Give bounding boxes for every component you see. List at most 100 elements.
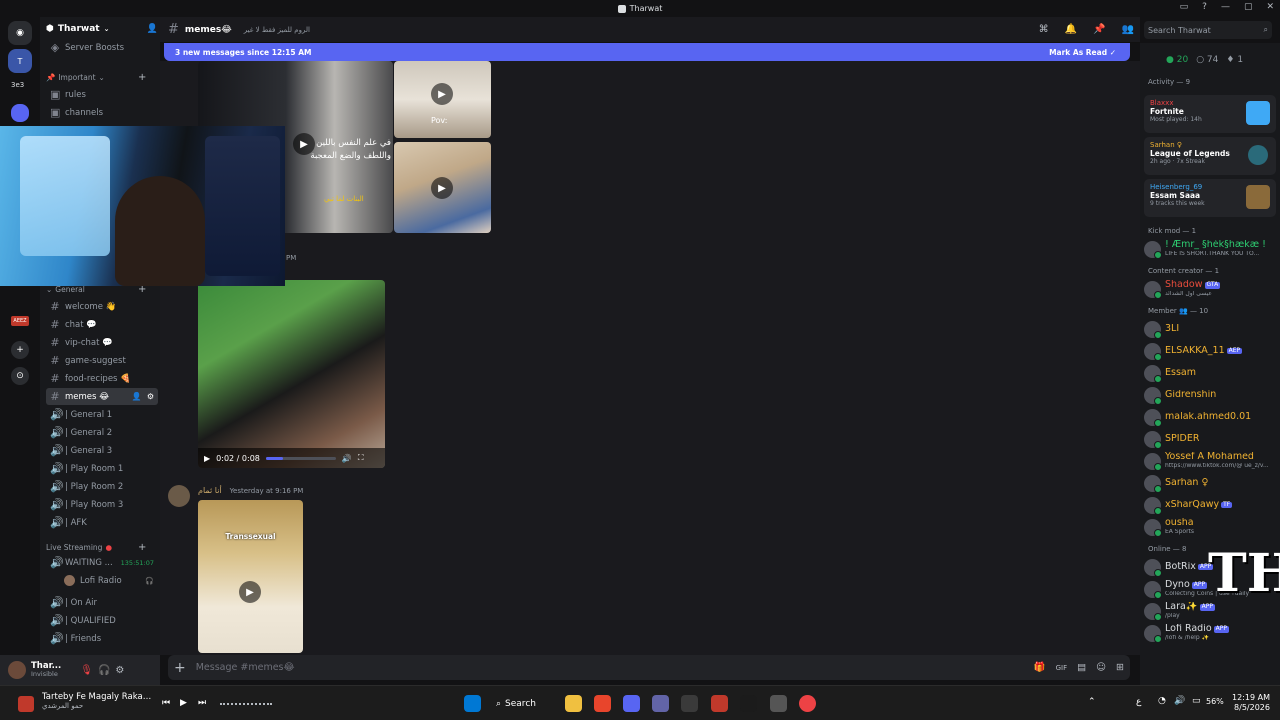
member-item[interactable]: SPIDER	[1144, 429, 1276, 449]
app-icon[interactable]	[711, 695, 728, 712]
voice-on-air[interactable]: 🔊 | On Air	[46, 594, 158, 611]
server-icon-aeez[interactable]: AEEZ	[11, 316, 29, 326]
bell-icon[interactable]: 🔔	[1065, 24, 1077, 35]
sticker-icon[interactable]: ▤	[1077, 662, 1086, 673]
member-item[interactable]: Shadow GTA عيسى اول الشدائد	[1144, 279, 1276, 299]
activity-card[interactable]: Sarhan ♀ League of Legends 2h ago · 7x S…	[1144, 137, 1276, 175]
avatar[interactable]	[168, 485, 190, 507]
gear-icon[interactable]: ⚙	[147, 392, 154, 401]
channel-vip-chat[interactable]: # vip-chat 💬	[46, 334, 158, 351]
member-item[interactable]: Gidrenshin	[1144, 385, 1276, 405]
category-important[interactable]: 📌 Important ⌄ +	[46, 72, 146, 83]
music-app-icon[interactable]	[18, 696, 34, 712]
mark-as-read-button[interactable]: Mark As Read ✓	[1049, 48, 1116, 57]
member-item[interactable]: Lofi Radio APP/lofi & /help ✨	[1144, 623, 1276, 643]
add-channel-icon[interactable]: +	[138, 542, 146, 553]
invite-icon[interactable]: 👤	[132, 392, 142, 401]
add-server-button[interactable]: +	[11, 341, 29, 359]
discord-taskbar-icon[interactable]	[623, 695, 640, 712]
member-item[interactable]: Sarhan ♀	[1144, 473, 1276, 493]
category-general[interactable]: ⌄ General +	[46, 284, 146, 295]
server-boosts[interactable]: ◈ Server Boosts	[46, 39, 158, 56]
play-icon[interactable]: ▶	[180, 698, 187, 708]
next-icon[interactable]: ⏭	[198, 698, 206, 708]
message-author[interactable]: أنا ثمام	[198, 486, 222, 495]
member-item[interactable]: Essam	[1144, 363, 1276, 383]
file-explorer-icon[interactable]	[565, 695, 582, 712]
activity-card[interactable]: Heisenberg_69 Essam Saaa 9 tracks this w…	[1144, 179, 1276, 217]
voice-user-lofi-radio[interactable]: Lofi Radio 🎧	[60, 572, 158, 589]
activity-card[interactable]: Blaxxx Fortnite Most played: 14h	[1144, 95, 1276, 133]
play-icon[interactable]: ▶	[204, 454, 210, 463]
gift-icon[interactable]: 🎁	[1034, 662, 1046, 673]
plus-icon[interactable]: +	[174, 660, 186, 676]
channel-chat[interactable]: # chat 💬	[46, 316, 158, 333]
server-label-3e3[interactable]: 3e3	[11, 81, 24, 89]
music-progress[interactable]	[220, 703, 272, 705]
voice-waiting[interactable]: 🔊 WAITING ... 135:51:07	[46, 554, 158, 571]
member-item[interactable]: xSharQawy TF	[1144, 495, 1276, 515]
gif-icon[interactable]: GIF	[1056, 664, 1068, 672]
gear-icon[interactable]: ⚙	[115, 665, 124, 676]
previous-icon[interactable]: ⏮	[162, 698, 170, 708]
windows-start-icon[interactable]	[464, 695, 481, 712]
voice-friends[interactable]: 🔊 | Friends	[46, 630, 158, 647]
apps-icon[interactable]: ⊞	[1116, 662, 1124, 673]
language-indicator[interactable]: ع	[1136, 697, 1141, 707]
close-button[interactable]: ✕	[1266, 2, 1274, 12]
voice-general-1[interactable]: 🔊 | General 1	[46, 406, 158, 423]
obs-icon[interactable]	[770, 695, 787, 712]
volume-icon[interactable]: 🔊	[342, 454, 352, 463]
video-player[interactable]: ▶ 0:02 / 0:08 🔊 ⛶	[198, 280, 385, 468]
channel-memes[interactable]: # memes 😂 👤 ⚙	[46, 388, 158, 405]
media-attachment[interactable]: ▶ Pov:	[394, 61, 491, 138]
store-icon[interactable]	[681, 695, 698, 712]
member-item[interactable]: ELSAKKA_11 AEP	[1144, 341, 1276, 361]
avatar[interactable]	[8, 661, 26, 679]
search-input[interactable]: Search Tharwat ⌕	[1144, 21, 1272, 39]
voice-play-room-3[interactable]: 🔊 | Play Room 3	[46, 496, 158, 513]
volume-icon[interactable]: 🔊	[1174, 696, 1185, 706]
clock[interactable]: 12:19 AM 8/5/2026	[1232, 693, 1270, 714]
new-messages-banner[interactable]: 3 new messages since 12:15 AM Mark As Re…	[164, 43, 1130, 61]
media-attachment[interactable]: Transsexual ▶	[198, 500, 303, 653]
battery-icon[interactable]: ▭	[1192, 696, 1201, 706]
play-icon[interactable]: ▶	[431, 83, 453, 105]
play-icon[interactable]: ▶	[239, 581, 261, 603]
inbox-icon[interactable]: ▭	[1180, 2, 1189, 12]
add-channel-icon[interactable]: +	[138, 72, 146, 83]
media-attachment[interactable]: ▶	[394, 142, 491, 233]
channel-game-suggest[interactable]: # game-suggest	[46, 352, 158, 369]
member-item[interactable]: ousha EA Sports	[1144, 517, 1276, 537]
channel-topic[interactable]: الروم للميز فقط لا غير	[244, 26, 310, 34]
channel-rules[interactable]: ▣ rules	[46, 86, 158, 103]
voice-afk[interactable]: 🔊 | AFK	[46, 514, 158, 531]
brave-icon[interactable]	[594, 695, 611, 712]
message-composer[interactable]: + Message #memes😂 🎁 GIF ▤ ☺ ⊞	[168, 655, 1130, 680]
maximize-button[interactable]: ▢	[1244, 2, 1253, 12]
emoji-icon[interactable]: ☺	[1096, 662, 1106, 673]
channel-channels[interactable]: ▣ channels	[46, 104, 158, 121]
category-live-streaming[interactable]: Live Streaming ● +	[46, 542, 146, 553]
member-item[interactable]: 3LI	[1144, 319, 1276, 339]
member-item[interactable]: Yossef A Mohamed https://www.tiktok.com/@…	[1144, 451, 1276, 471]
wifi-icon[interactable]: ◔	[1158, 696, 1166, 706]
voice-qualified[interactable]: 🔊 | QUALIFIED	[46, 612, 158, 629]
help-icon[interactable]: ?	[1202, 2, 1207, 12]
server-icon[interactable]	[11, 104, 29, 122]
voice-general-3[interactable]: 🔊 | General 3	[46, 442, 158, 459]
channel-food-recipes[interactable]: # food-recipes 🍕	[46, 370, 158, 387]
server-header[interactable]: ⬢ Tharwat ⌄ 👤	[46, 21, 158, 37]
chevron-up-icon[interactable]: ⌃	[1088, 697, 1096, 707]
add-friend-icon[interactable]: 👤	[147, 24, 158, 34]
teams-icon[interactable]	[652, 695, 669, 712]
member-item[interactable]: ! Æmr_ §hèk§hækæ ! LIFE IS SHORT.THANK YO…	[1144, 239, 1276, 259]
fullscreen-icon[interactable]: ⛶	[358, 453, 364, 463]
now-playing[interactable]: Tarteby Fe Magaly Rakam... حمو المرشدي	[42, 692, 152, 710]
threads-icon[interactable]: ⌘	[1039, 24, 1049, 35]
channel-welcome[interactable]: # welcome 👋	[46, 298, 158, 315]
voice-general-2[interactable]: 🔊 | General 2	[46, 424, 158, 441]
members-icon[interactable]: 👥	[1122, 24, 1134, 35]
voice-play-room-2[interactable]: 🔊 | Play Room 2	[46, 478, 158, 495]
record-icon[interactable]	[799, 695, 816, 712]
